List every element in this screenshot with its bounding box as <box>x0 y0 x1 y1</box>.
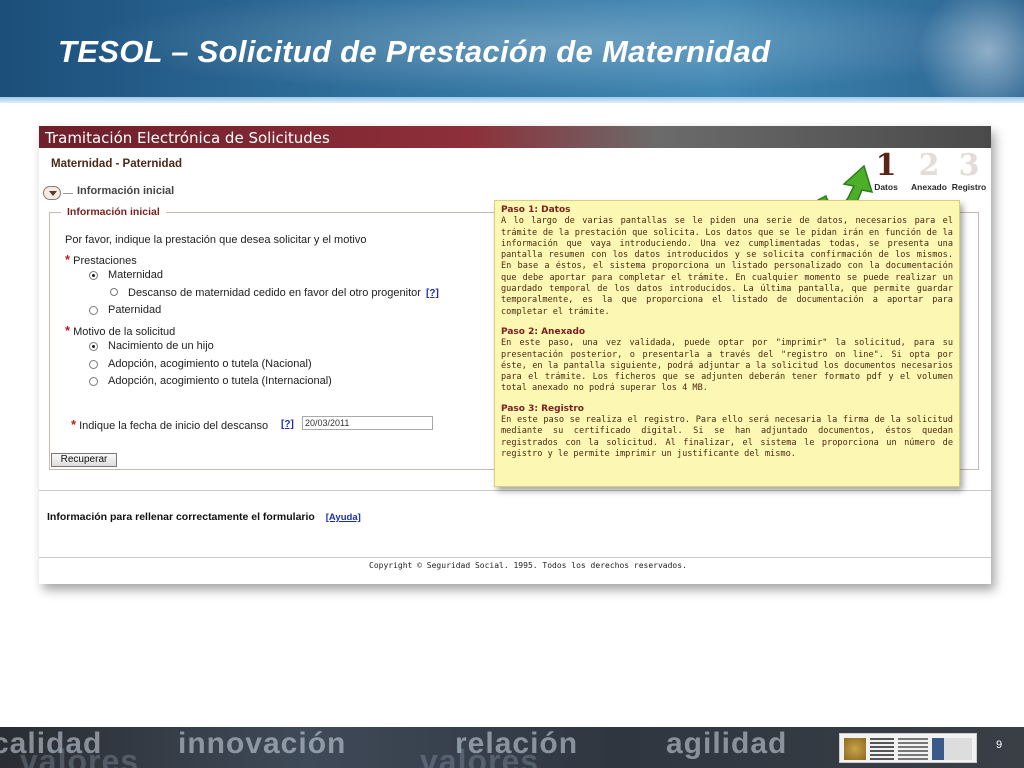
footer-word: innovación <box>178 727 347 760</box>
seguridad-social-logo <box>932 738 972 760</box>
fecha-label: Indique la fecha de inicio del descanso <box>79 420 269 432</box>
section-title: Maternidad - Paternidad <box>51 158 182 170</box>
steps-callout: Paso 1: Datos A lo largo de varias panta… <box>494 200 960 487</box>
collapse-section-toggle[interactable]: Información inicial <box>43 184 443 202</box>
ayuda-link[interactable]: [Ayuda] <box>326 512 361 523</box>
form-prompt: Por favor, indique la prestación que des… <box>65 234 367 246</box>
callout-step3-text: En este paso se realiza el registro. Par… <box>501 415 953 459</box>
step-registro: 3 Registro <box>950 148 988 193</box>
required-marker: * <box>65 252 71 267</box>
option-paternidad: Paternidad <box>108 304 162 316</box>
callout-step1-text: A lo largo de varias pantallas se le pid… <box>501 216 953 317</box>
prestaciones-heading: * Prestaciones <box>65 252 137 267</box>
collapse-connector <box>63 193 73 194</box>
footer-word: valores <box>20 743 140 768</box>
gobierno-logo <box>870 738 894 760</box>
radio-maternidad[interactable] <box>89 271 98 280</box>
footer-word: valores <box>420 743 540 768</box>
option-adopcion-nacional: Adopción, acogimiento o tutela (Nacional… <box>108 358 312 370</box>
callout-step2-text: En este paso, una vez validada, puede op… <box>501 338 953 394</box>
government-logos <box>839 733 977 763</box>
app-title-bar: Tramitación Electrónica de Solicitudes <box>39 126 991 148</box>
step-anexado: 2 Anexado <box>907 148 951 193</box>
footer-word: agilidad <box>666 727 788 760</box>
copyright-text: Copyright © Seguridad Social. 1995. Todo… <box>369 561 687 570</box>
chevron-down-icon[interactable] <box>43 186 61 200</box>
info-row: Información para rellenar correctamente … <box>47 511 361 523</box>
required-marker: * <box>65 323 71 338</box>
header-decoration <box>904 0 1024 103</box>
recuperar-button[interactable]: Recuperar <box>51 453 117 467</box>
option-descanso-cedido: Descanso de maternidad cedido en favor d… <box>128 287 421 299</box>
radio-descanso-cedido[interactable] <box>110 288 118 296</box>
fecha-input[interactable]: 20/03/2011 <box>302 416 433 430</box>
fieldset-legend: Información inicial <box>61 206 166 218</box>
divider <box>39 490 991 491</box>
callout-step3-title: Paso 3: Registro <box>501 403 584 414</box>
header-underline <box>0 97 1024 103</box>
slide-title: TESOL – Solicitud de Prestación de Mater… <box>58 34 771 69</box>
callout-step2-title: Paso 2: Anexado <box>501 326 586 337</box>
option-adopcion-internacional: Adopción, acogimiento o tutela (Internac… <box>108 375 332 387</box>
step-number: 3 <box>958 148 980 183</box>
step-label: Registro <box>951 182 987 192</box>
radio-adopcion-internacional[interactable] <box>89 377 98 386</box>
prestaciones-label: Prestaciones <box>73 255 137 267</box>
fecha-heading: * Indique la fecha de inicio del descans… <box>71 417 268 432</box>
help-link-descanso[interactable]: [?] <box>426 288 439 299</box>
motivo-heading: * Motivo de la solicitud <box>65 323 175 338</box>
option-maternidad: Maternidad <box>108 269 164 281</box>
slide-footer: calidad innovación relación agilidad val… <box>0 727 1024 768</box>
info-text: Información para rellenar correctamente … <box>47 511 315 523</box>
slide-header: TESOL – Solicitud de Prestación de Mater… <box>0 0 1024 103</box>
ministerio-logo <box>898 738 928 760</box>
step-label: Anexado <box>911 182 947 192</box>
option-nacimiento: Nacimiento de un hijo <box>108 340 214 352</box>
radio-paternidad[interactable] <box>89 306 98 315</box>
callout-step1-title: Paso 1: Datos <box>501 205 571 215</box>
coat-of-arms-logo <box>844 738 866 760</box>
motivo-label: Motivo de la solicitud <box>73 326 176 338</box>
page-number: 9 <box>996 739 1003 751</box>
help-link-fecha[interactable]: [?] <box>281 419 294 430</box>
radio-adopcion-nacional[interactable] <box>89 360 98 369</box>
collapse-label: Información inicial <box>77 185 175 197</box>
app-window-title: Tramitación Electrónica de Solicitudes <box>45 129 330 147</box>
radio-nacimiento[interactable] <box>89 342 98 351</box>
required-marker: * <box>71 417 77 432</box>
step-number: 2 <box>918 148 940 183</box>
divider <box>39 557 991 558</box>
